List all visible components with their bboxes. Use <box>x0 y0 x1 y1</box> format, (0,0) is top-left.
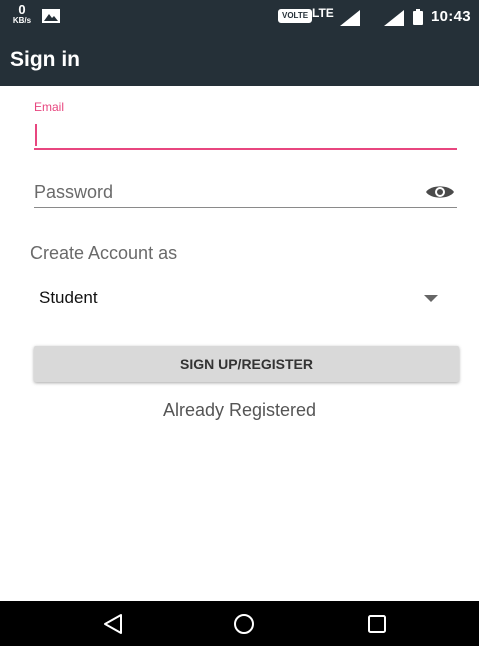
page-title: Sign in <box>10 48 80 71</box>
dropdown-arrow-icon <box>424 295 438 302</box>
home-icon[interactable] <box>233 613 255 635</box>
back-icon[interactable] <box>102 613 124 635</box>
sign-up-register-button[interactable]: SIGN UP/REGISTER <box>34 346 459 382</box>
already-registered-link[interactable]: Already Registered <box>0 400 479 421</box>
password-field[interactable] <box>34 178 457 208</box>
system-navigation-bar <box>0 601 479 646</box>
network-speed-value: 0 <box>18 2 26 17</box>
email-field-label: Email <box>34 100 65 114</box>
account-type-dropdown[interactable]: Student <box>34 285 457 313</box>
volte-badge: VOLTE <box>278 9 313 23</box>
signal-icon <box>384 10 404 26</box>
signal-icon <box>340 10 360 26</box>
recents-icon[interactable] <box>367 614 387 634</box>
app-bar: Sign in <box>0 34 479 86</box>
status-bar: 0 KB/s VOLTE LTE 10:43 <box>0 0 479 34</box>
network-speed-indicator: 0 KB/s <box>8 3 36 25</box>
email-field[interactable] <box>34 118 457 150</box>
network-speed-unit: KB/s <box>12 16 32 25</box>
eye-icon[interactable] <box>425 183 455 201</box>
account-type-value: Student <box>39 288 98 307</box>
clock: 10:43 <box>431 8 471 25</box>
battery-icon <box>413 9 423 25</box>
image-notification-icon <box>42 9 60 23</box>
create-account-label: Create Account as <box>30 243 178 263</box>
network-type-label: LTE <box>312 6 334 20</box>
text-cursor <box>35 124 37 146</box>
